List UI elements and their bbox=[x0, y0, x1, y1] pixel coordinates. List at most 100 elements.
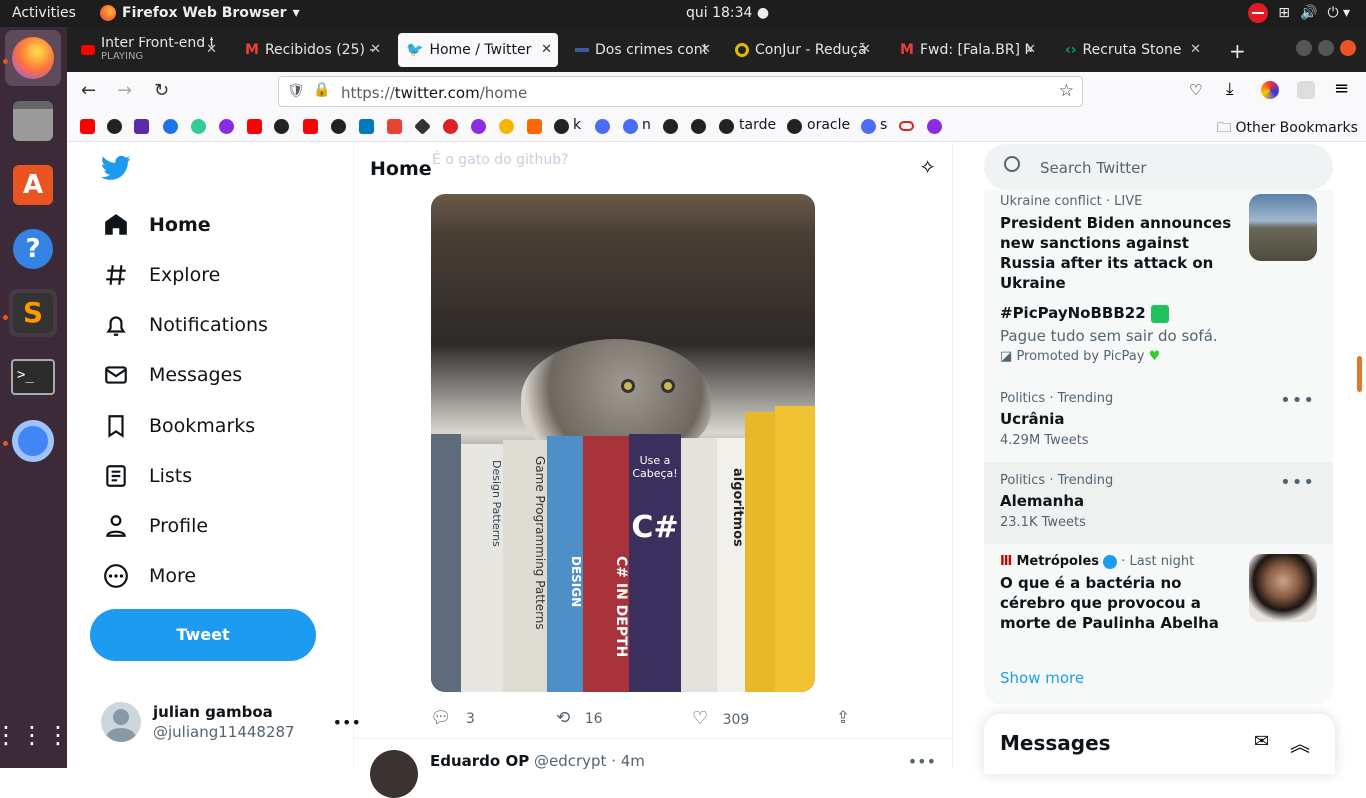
scrollbar-thumb[interactable] bbox=[1357, 356, 1362, 392]
trend-news-item[interactable]: Ⅲ Metrópoles · Last night O que é a bact… bbox=[984, 554, 1333, 650]
tab-recruta-stone[interactable]: ‹› Recruta Stone ✕ bbox=[1057, 33, 1207, 67]
sidebar-item-home[interactable]: Home bbox=[103, 212, 211, 238]
sidebar-item-lists[interactable]: Lists bbox=[103, 463, 192, 489]
u-bookmark-icon[interactable] bbox=[219, 119, 234, 134]
bookmark-k[interactable]: k bbox=[573, 117, 581, 133]
bookmark-oracle[interactable]: oracle bbox=[807, 117, 850, 133]
close-icon[interactable]: ✕ bbox=[1190, 42, 1201, 57]
sparkle-icon[interactable]: ✧ bbox=[919, 155, 936, 179]
more-icon[interactable]: ••• bbox=[1280, 472, 1315, 493]
youtube-bookmark-icon[interactable] bbox=[303, 119, 318, 134]
tab-conjur[interactable]: ConJur - Reduçã ✕ bbox=[727, 33, 877, 67]
show-more-link[interactable]: Show more bbox=[1000, 669, 1084, 687]
github-bookmark-icon[interactable] bbox=[663, 119, 678, 134]
url-bar[interactable]: 🛡 🔒 https://twitter.com/home ☆ bbox=[278, 76, 1083, 107]
reply-button[interactable]: 💬︎ 3 bbox=[430, 708, 475, 728]
bookmark-tarde[interactable]: tarde bbox=[739, 117, 776, 133]
next-tweet[interactable]: Eduardo OP @edcrypt · 4m ••• bbox=[370, 748, 936, 798]
system-tray[interactable]: ⊞ 🔊 ⏻ ▾ bbox=[1248, 3, 1350, 23]
sidebar-item-notifications[interactable]: Notifications bbox=[103, 312, 268, 338]
sidebar-item-more[interactable]: More bbox=[103, 563, 196, 589]
tab-fwd-falabr[interactable]: M Fwd: [Fala.BR] M ✕ bbox=[892, 33, 1042, 67]
trello-bookmark-icon[interactable] bbox=[359, 119, 374, 134]
bookmark-n[interactable]: n bbox=[642, 117, 651, 133]
back-icon[interactable]: ← bbox=[81, 80, 96, 101]
do-not-disturb-icon[interactable] bbox=[1248, 3, 1269, 23]
clock[interactable]: qui 18:34 ● bbox=[686, 5, 769, 21]
download-icon[interactable]: ⤓ bbox=[1226, 79, 1234, 99]
new-tab-button[interactable]: + bbox=[1229, 39, 1246, 63]
github-bookmark-icon[interactable] bbox=[554, 119, 569, 134]
pocket-icon[interactable]: ♡ bbox=[1189, 81, 1202, 99]
tab-twitter-home[interactable]: 🐦 Home / Twitter ✕ bbox=[398, 33, 558, 67]
sidebar-item-profile[interactable]: Profile bbox=[103, 513, 208, 539]
activities-button[interactable]: Activities bbox=[12, 5, 76, 21]
chromium-dock-icon[interactable] bbox=[9, 417, 57, 465]
share-icon[interactable]: ⇪ bbox=[836, 708, 850, 728]
menu-icon[interactable]: ≡ bbox=[1334, 78, 1349, 99]
tab-gmail-recibidos[interactable]: M Recibidos (25) - l ✕ bbox=[237, 33, 387, 67]
more-icon[interactable]: ••• bbox=[908, 752, 936, 771]
eye-bookmark-icon[interactable] bbox=[499, 119, 514, 134]
minimize-icon[interactable] bbox=[1296, 40, 1312, 56]
github-bookmark-icon[interactable] bbox=[787, 119, 802, 134]
leaf-bookmark-icon[interactable] bbox=[191, 119, 206, 134]
box-bookmark-icon[interactable] bbox=[527, 119, 542, 134]
trend-item[interactable]: Politics · Trending Alemanha 23.1K Tweet… bbox=[984, 462, 1333, 544]
close-icon[interactable]: ✕ bbox=[700, 42, 711, 57]
firefox-dock-icon[interactable] bbox=[5, 30, 61, 86]
u-bookmark-icon[interactable] bbox=[927, 119, 942, 134]
youtube-bookmark-icon[interactable] bbox=[247, 119, 262, 134]
github-bookmark-icon[interactable] bbox=[274, 119, 289, 134]
github-bookmark-icon[interactable] bbox=[691, 119, 706, 134]
github-bookmark-icon[interactable] bbox=[719, 119, 734, 134]
extension-icon[interactable] bbox=[1261, 81, 1279, 99]
maximize-icon[interactable] bbox=[1318, 40, 1334, 56]
close-icon[interactable]: ✕ bbox=[541, 42, 552, 57]
bookmark-s[interactable]: s bbox=[880, 117, 887, 133]
circle-bookmark-icon[interactable] bbox=[443, 119, 458, 134]
more-icon[interactable]: ••• bbox=[1280, 390, 1315, 411]
close-icon[interactable]: ✕ bbox=[1025, 42, 1036, 57]
help-dock-icon[interactable]: ? bbox=[9, 225, 57, 273]
trend-news-item[interactable]: Ukraine conflict · LIVE President Biden … bbox=[984, 194, 1333, 292]
github-bookmark-icon[interactable] bbox=[107, 119, 122, 134]
close-window-icon[interactable] bbox=[1340, 40, 1356, 56]
close-icon[interactable]: ✕ bbox=[370, 42, 381, 57]
oracle-bookmark-icon[interactable] bbox=[899, 121, 914, 131]
youtube-bookmark-icon[interactable] bbox=[80, 119, 95, 134]
chevron-up-icon[interactable]: ︽ bbox=[1290, 728, 1310, 757]
reload-icon[interactable]: ↻ bbox=[154, 80, 169, 101]
tweet-button[interactable]: Tweet bbox=[90, 609, 316, 661]
drop-bookmark-icon[interactable] bbox=[861, 119, 876, 134]
app-menu[interactable]: Firefox Web Browser ▾ bbox=[100, 5, 300, 21]
u-bookmark-icon[interactable] bbox=[471, 119, 486, 134]
twitter-logo-icon[interactable] bbox=[101, 155, 131, 181]
tab-dos-crimes[interactable]: Dos crimes cont ✕ bbox=[567, 33, 717, 67]
software-dock-icon[interactable]: A bbox=[9, 161, 57, 209]
app-grid-icon[interactable]: ⋮⋮⋮ bbox=[0, 711, 70, 759]
close-icon[interactable]: ✕ bbox=[206, 42, 217, 57]
star-icon[interactable]: ☆ bbox=[1059, 81, 1074, 101]
retweet-button[interactable]: ⟲ 16 bbox=[556, 708, 603, 728]
trend-promoted[interactable]: #PicPayNoBBB22 Pague tudo sem sair do so… bbox=[984, 304, 1333, 372]
codepen-bookmark-icon[interactable] bbox=[414, 118, 431, 135]
network-icon[interactable]: ⊞ bbox=[1278, 5, 1290, 21]
gmail-bookmark-icon[interactable] bbox=[387, 119, 402, 134]
messages-drawer[interactable]: Messages ✉ ︽ bbox=[984, 714, 1335, 774]
github-bookmark-icon[interactable] bbox=[331, 119, 346, 134]
trend-item[interactable]: Politics · Trending Ucrânia 4.29M Tweets… bbox=[984, 382, 1333, 462]
new-message-icon[interactable]: ✉ bbox=[1254, 731, 1269, 752]
sidebar-item-messages[interactable]: Messages bbox=[103, 362, 242, 388]
drop-bookmark-icon[interactable] bbox=[595, 119, 610, 134]
sidebar-item-explore[interactable]: Explore bbox=[103, 262, 220, 288]
account-switcher[interactable]: julian gamboa @juliang11448287 ••• bbox=[101, 702, 361, 742]
drop-bookmark-icon[interactable] bbox=[623, 119, 638, 134]
sublime-dock-icon[interactable]: S bbox=[9, 289, 57, 337]
search-input[interactable]: Search Twitter bbox=[984, 144, 1333, 190]
chart-bookmark-icon[interactable] bbox=[134, 119, 149, 134]
files-dock-icon[interactable] bbox=[9, 97, 57, 145]
sidebar-item-bookmarks[interactable]: Bookmarks bbox=[103, 413, 255, 439]
tweet-photo[interactable]: Design Patterns Game Programming Pattern… bbox=[431, 194, 815, 692]
close-icon[interactable]: ✕ bbox=[860, 42, 871, 57]
